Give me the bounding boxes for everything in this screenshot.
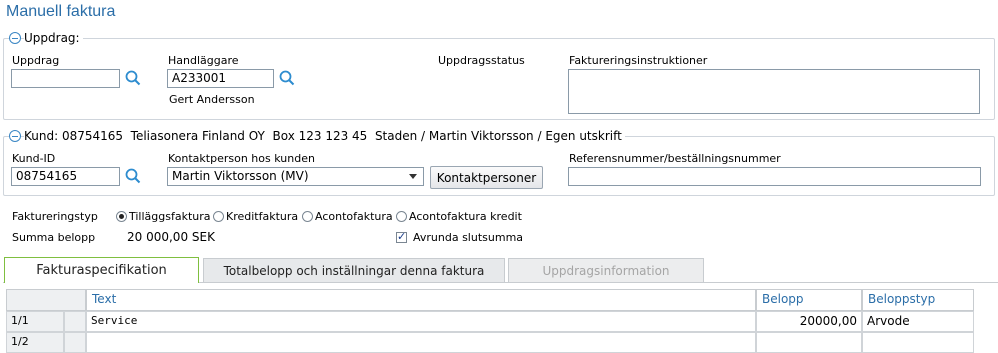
kontaktpersoner-button[interactable]: Kontaktpersoner (430, 166, 543, 189)
faktureringsinstruktioner-textarea[interactable] (568, 69, 980, 114)
kund-search-icon[interactable] (125, 168, 141, 184)
faktureringstyp-label: Faktureringstyp (12, 210, 98, 223)
uppdrag-label: Uppdrag (12, 54, 60, 67)
avrunda-checkbox[interactable] (396, 230, 407, 243)
row-spacer (64, 332, 86, 353)
page-title: Manuell faktura (6, 3, 116, 20)
grid-header-belopp[interactable]: Belopp (756, 289, 862, 311)
summa-belopp-label: Summa belopp (12, 231, 96, 244)
uppdragsstatus-label: Uppdragsstatus (438, 54, 525, 67)
referens-label: Referensnummer/beställningsnummer (569, 152, 781, 165)
grid-header-text[interactable]: Text (86, 289, 756, 311)
kreditfaktura-label: Kreditfaktura (226, 210, 299, 223)
collapse-uppdrag-icon[interactable] (9, 32, 21, 44)
kontaktperson-label: Kontaktperson hos kunden (168, 152, 315, 165)
uppdrag-header: Uppdrag: (24, 31, 83, 45)
row-spacer (64, 311, 86, 332)
handlaggare-name: Gert Andersson (169, 93, 255, 106)
row-number: 1/2 (6, 332, 64, 353)
kund-id-input[interactable]: 08754165 (11, 167, 120, 186)
radio-tillaggsfaktura[interactable] (116, 211, 127, 222)
kontaktperson-select[interactable]: Martin Viktorsson (MV) (167, 167, 424, 186)
cell-beloppstyp[interactable]: Arvode (862, 311, 974, 332)
tab-totalbelopp[interactable]: Totalbelopp och inställningar denna fakt… (203, 258, 505, 282)
avrunda-label: Avrunda slutsumma (413, 231, 524, 244)
tab-uppdragsinformation[interactable]: Uppdragsinformation (508, 258, 704, 282)
kund-id-label: Kund-ID (12, 152, 56, 165)
handlaggare-input[interactable]: A233001 (167, 69, 274, 88)
radio-acontofaktura-kredit[interactable] (396, 211, 407, 222)
cell-belopp[interactable]: 20000,00 (756, 311, 862, 332)
handlaggare-search-icon[interactable] (279, 70, 295, 86)
cell-text[interactable] (86, 332, 756, 353)
grid-corner (6, 289, 86, 311)
radio-kreditfaktura[interactable] (213, 211, 224, 222)
tillaggsfaktura-label: Tilläggsfaktura (129, 210, 211, 223)
cell-belopp[interactable] (756, 332, 862, 353)
kund-header: Kund: 08754165 Teliasonera Finland OY Bo… (24, 129, 625, 143)
faktureringsinstruktioner-label: Faktureringsinstruktioner (569, 54, 708, 67)
grid-header-beloppstyp[interactable]: Beloppstyp (862, 289, 974, 311)
uppdrag-input[interactable] (11, 69, 120, 88)
handlaggare-label: Handläggare (168, 54, 239, 67)
referens-input[interactable] (568, 167, 981, 186)
acontofaktura-kredit-label: Acontofaktura kredit (409, 210, 522, 223)
chevron-down-icon (409, 174, 417, 179)
tab-fakturaspecifikation[interactable]: Fakturaspecifikation (4, 257, 199, 283)
cell-text[interactable]: Service (86, 311, 756, 332)
collapse-kund-icon[interactable] (9, 130, 21, 142)
uppdrag-search-icon[interactable] (125, 70, 141, 86)
cell-beloppstyp[interactable] (862, 332, 974, 353)
acontofaktura-label: Acontofaktura (315, 210, 393, 223)
radio-acontofaktura[interactable] (302, 211, 313, 222)
row-number: 1/1 (6, 311, 64, 332)
kontaktperson-value: Martin Viktorsson (MV) (172, 169, 309, 183)
summa-belopp-value: 20 000,00 SEK (127, 230, 215, 244)
